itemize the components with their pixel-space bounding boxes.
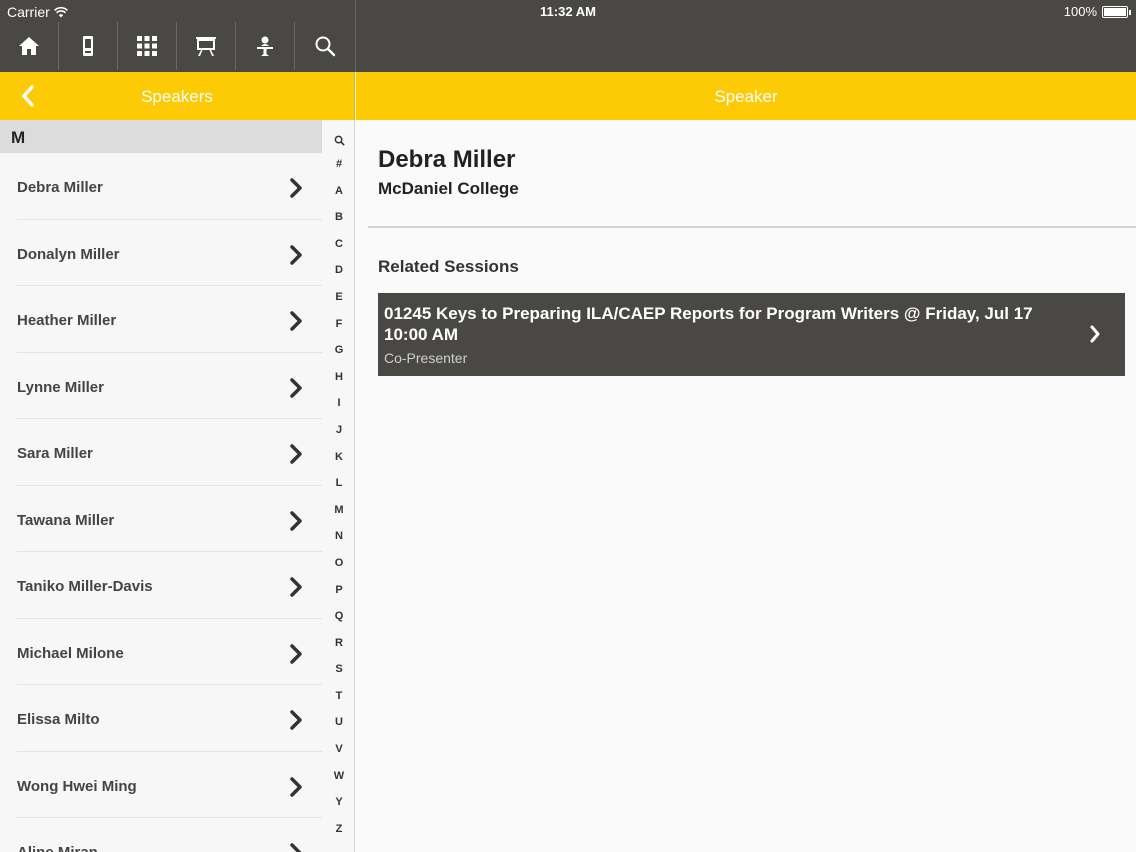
speaker-list-name: Tawana Miller: [17, 511, 115, 529]
speaker-list-name: Debra Miller: [17, 179, 103, 196]
status-bar: Carrier 11:32 AM 100%: [0, 0, 1136, 22]
main-toolbar: [0, 22, 355, 72]
index-letter[interactable]: J: [324, 417, 354, 444]
section-header: M: [0, 120, 322, 153]
speaker-icon: [257, 36, 273, 56]
list-item[interactable]: Wong Hwei Ming: [0, 752, 322, 818]
index-letter[interactable]: Z: [324, 816, 354, 843]
speaker-organization: McDaniel College: [378, 179, 519, 198]
chevron-right-icon: [290, 643, 302, 664]
section-letter: M: [11, 128, 26, 147]
related-sessions-title: Related Sessions: [378, 257, 519, 276]
chevron-right-icon: [290, 311, 302, 331]
list-item[interactable]: Tawana Miller: [0, 486, 322, 552]
index-letter[interactable]: #: [324, 151, 354, 178]
grid-icon: [137, 36, 157, 56]
chevron-right-icon: [290, 776, 302, 797]
index-letter[interactable]: H: [324, 364, 354, 391]
chevron-right-icon: [290, 510, 302, 531]
list-header-title: Speakers: [141, 87, 213, 106]
list-item[interactable]: Sara Miller: [0, 419, 322, 486]
index-search-icon[interactable]: [324, 129, 354, 151]
chevron-right-icon: [1090, 325, 1100, 343]
index-letter[interactable]: F: [324, 311, 354, 338]
speaker-list-name: Donalyn Miller: [17, 245, 120, 263]
speaker-list-pane: M Debra Miller Donalyn Miller Heather Mill…: [0, 120, 355, 852]
detail-header-title: Speaker: [714, 87, 778, 106]
index-letter[interactable]: R: [324, 630, 354, 657]
detail-header: Speaker: [356, 72, 1136, 120]
speaker-list-name: Heather Miller: [17, 312, 117, 329]
chevron-right-icon: [290, 444, 302, 464]
index-letter[interactable]: G: [324, 337, 354, 364]
index-letter[interactable]: I: [324, 390, 354, 417]
battery-indicator: 100%: [1063, 4, 1131, 19]
speakers-button[interactable]: [236, 22, 295, 70]
list-item[interactable]: Donalyn Miller: [0, 220, 322, 286]
index-letter[interactable]: W: [324, 763, 354, 790]
list-item[interactable]: Taniko Miller-Davis: [0, 552, 322, 619]
speaker-detail-pane: Debra Miller McDaniel College Related Se…: [356, 120, 1136, 852]
speaker-list-name: Wong Hwei Ming: [17, 777, 137, 795]
session-role: Co-Presenter: [384, 350, 468, 366]
index-letter[interactable]: Q: [324, 603, 354, 630]
sessions-button[interactable]: [177, 22, 236, 70]
speaker-list-name: Sara Miller: [17, 445, 93, 462]
index-letter[interactable]: S: [324, 656, 354, 683]
chevron-right-icon: [290, 178, 302, 198]
index-letter[interactable]: Y: [324, 789, 354, 816]
speaker-name: Debra Miller: [378, 146, 516, 173]
clock: 11:32 AM: [540, 4, 596, 19]
index-letter[interactable]: T: [324, 683, 354, 710]
speaker-list-name: Lynne Miller: [17, 378, 104, 396]
speaker-list-name: Aline Miran: [17, 844, 98, 852]
list-item[interactable]: Heather Miller: [0, 286, 322, 353]
phone-icon: [83, 36, 93, 56]
list-item[interactable]: Lynne Miller: [0, 353, 322, 419]
chevron-right-icon: [290, 843, 302, 852]
schedule-grid-button[interactable]: [118, 22, 177, 70]
split-divider: [355, 0, 356, 72]
index-letter[interactable]: U: [324, 709, 354, 736]
index-letter[interactable]: O: [324, 550, 354, 577]
index-letter[interactable]: A: [324, 178, 354, 205]
search-icon: [315, 36, 335, 57]
chevron-right-icon: [290, 244, 302, 265]
session-title: 01245 Keys to Preparing ILA/CAEP Reports…: [384, 304, 1033, 344]
alphabet-index[interactable]: # A B C D E F G H I J K L M N O P Q R S T U V W Y Z: [324, 129, 354, 842]
index-letter[interactable]: P: [324, 577, 354, 604]
index-letter[interactable]: V: [324, 736, 354, 763]
speaker-list-name: Taniko Miller-Davis: [17, 578, 153, 595]
battery-percent: 100%: [1063, 4, 1097, 19]
chevron-right-icon: [290, 710, 302, 730]
index-letter[interactable]: N: [324, 523, 354, 550]
speaker-list-name: Elissa Milto: [17, 711, 100, 728]
home-icon: [19, 37, 39, 55]
list-item[interactable]: Michael Milone: [0, 619, 322, 685]
device-button[interactable]: [59, 22, 118, 70]
speaker-list-name: Michael Milone: [17, 644, 124, 662]
battery-icon: [1102, 5, 1131, 18]
session-row[interactable]: 01245 Keys to Preparing ILA/CAEP Reports…: [378, 293, 1125, 376]
list-item[interactable]: Elissa Milto: [0, 685, 322, 752]
chevron-right-icon: [290, 577, 302, 597]
detail-divider: [368, 226, 1136, 228]
speaker-list: Debra Miller Donalyn Miller Heather Miller…: [0, 153, 322, 852]
index-letter[interactable]: D: [324, 257, 354, 284]
index-letter[interactable]: L: [324, 470, 354, 497]
presentation-icon: [196, 37, 216, 56]
index-letter[interactable]: M: [324, 497, 354, 524]
list-header: Speakers: [0, 72, 355, 120]
chevron-right-icon: [290, 377, 302, 398]
index-letter[interactable]: B: [324, 204, 354, 231]
index-letter[interactable]: E: [324, 284, 354, 311]
index-letter[interactable]: K: [324, 444, 354, 471]
home-button[interactable]: [0, 22, 59, 70]
top-bar: Carrier 11:32 AM 100%: [0, 0, 1136, 72]
list-item[interactable]: Aline Miran: [0, 818, 322, 852]
search-button[interactable]: [295, 22, 354, 70]
list-item[interactable]: Debra Miller: [0, 153, 322, 220]
index-letter[interactable]: C: [324, 231, 354, 258]
